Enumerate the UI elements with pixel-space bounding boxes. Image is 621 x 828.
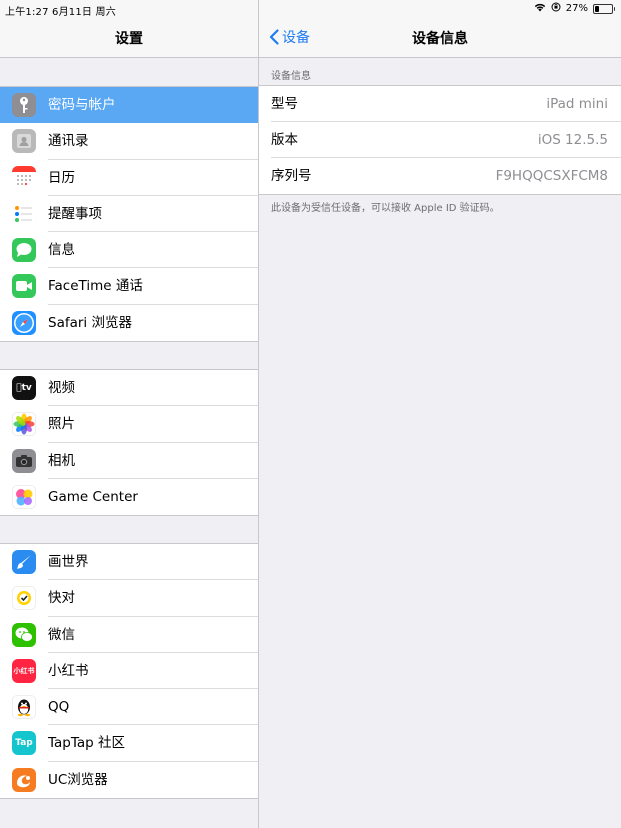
settings-group: 密码与帐户通讯录日历提醒事项信息 FaceTime 通话 Safari 浏览器 (0, 86, 258, 343)
sidebar-item[interactable]: 日历 (0, 160, 258, 196)
detail-title: 设备信息 (412, 31, 468, 47)
sidebar-item[interactable]: 通讯录 (0, 123, 258, 160)
info-key: 型号 (271, 96, 298, 112)
tv-icon: tv (12, 376, 36, 400)
sidebar-title: 设置 (115, 31, 143, 47)
settings-group: 画世界快对微信小红书 小红书 QQ Tap TapTap 社区 UC浏览器 (0, 543, 258, 800)
battery-percent: 27% (565, 3, 588, 14)
sidebar-item[interactable]: UC浏览器 (0, 762, 258, 798)
sidebar-item-label: 提醒事项 (48, 205, 102, 222)
sidebar-item-label: 快对 (48, 590, 75, 607)
sidebar-item[interactable]: 信息 (0, 232, 258, 269)
section-header: 设备信息 (271, 71, 311, 82)
wechat-icon (12, 622, 36, 647)
messages-icon (12, 238, 36, 263)
sidebar-item[interactable]: 小红书 小红书 (0, 653, 258, 690)
reminders-icon (12, 201, 36, 226)
status-time-date: 上午1:27 6月11日 周六 (5, 7, 116, 18)
orientation-lock-icon (551, 2, 561, 15)
camera-icon (12, 448, 36, 473)
info-row-version: 版本 iOS 12.5.5 (259, 122, 621, 158)
sidebar-item-label: 信息 (48, 242, 75, 259)
qq-penguin-icon (12, 695, 36, 720)
sidebar-item-label: FaceTime 通话 (48, 278, 143, 295)
info-row-serial: 序列号 F9HQQCSXFCM8 (259, 158, 621, 194)
sidebar-item-label: 照片 (48, 416, 75, 433)
sidebar-item[interactable]: 快对 (0, 580, 258, 617)
sidebar-item-label: 通讯录 (48, 133, 89, 150)
info-value: iOS 12.5.5 (537, 132, 608, 148)
info-value: iPad mini (546, 96, 608, 112)
settings-group: tv 视频照片相机 Game Center (0, 369, 258, 517)
taptap-glyph: Tap (15, 738, 33, 749)
sidebar-item-label: UC浏览器 (48, 771, 108, 788)
facetime-icon (12, 274, 36, 299)
sidebar-item-label: 微信 (48, 626, 75, 643)
wifi-icon (534, 3, 546, 15)
sidebar-item[interactable]: Tap TapTap 社区 (0, 725, 258, 762)
battery-icon (593, 3, 615, 14)
sidebar-item-label: TapTap 社区 (48, 735, 125, 752)
status-right-cluster: 27% (534, 2, 615, 15)
settings-sidebar: 设置 密码与帐户通讯录日历提醒事项信息 FaceTime 通话 Safari 浏览器… (0, 0, 259, 828)
sidebar-item-label: 相机 (48, 452, 75, 469)
xiaohongshu-glyph: 小红书 (13, 666, 35, 675)
taptap-icon: Tap (12, 731, 36, 756)
sidebar-item-label: 日历 (48, 169, 75, 186)
battery-level-fill (595, 5, 599, 12)
info-key: 序列号 (271, 168, 312, 184)
info-row-model: 型号 iPad mini (259, 86, 621, 122)
info-key: 版本 (271, 132, 298, 148)
sidebar-item-label: 画世界 (48, 554, 89, 570)
sidebar-item-label: 小红书 (48, 662, 89, 679)
uc-browser-icon (12, 767, 36, 792)
trusted-device-note: 此设备为受信任设备，可以接收 Apple ID 验证码。 (271, 203, 500, 214)
safari-icon (12, 310, 36, 335)
sidebar-item[interactable]: 画世界 (0, 544, 258, 581)
brush-icon (12, 550, 36, 574)
sidebar-item[interactable]: Safari 浏览器 (0, 305, 258, 341)
device-info-group: 型号 iPad mini 版本 iOS 12.5.5 序列号 F9HQQCSXF… (259, 85, 621, 195)
sidebar-item[interactable]: 微信 (0, 617, 258, 653)
calendar-icon (12, 165, 36, 190)
sidebar-item[interactable]: FaceTime 通话 (0, 268, 258, 305)
sidebar-item[interactable]: QQ (0, 689, 258, 726)
kuaidui-icon (12, 586, 36, 611)
sidebar-item[interactable]: 密码与帐户 (0, 87, 258, 124)
sidebar-item[interactable]: 相机 (0, 443, 258, 479)
xiaohongshu-icon: 小红书 (12, 658, 36, 683)
sidebar-item-label: 视频 (48, 380, 75, 396)
photos-icon (12, 412, 36, 437)
status-bar: 上午1:27 6月11日 周六 27% (0, 0, 621, 18)
sidebar-item[interactable]: 提醒事项 (0, 196, 258, 233)
sidebar-item[interactable]: Game Center (0, 479, 258, 515)
key-icon (12, 93, 36, 117)
sidebar-item-label: Game Center (48, 488, 138, 505)
sidebar-item-label: Safari 浏览器 (48, 314, 132, 331)
contacts-icon (12, 129, 36, 154)
detail-pane: 设备 设备信息 设备信息 型号 iPad mini 版本 iOS 12.5.5 … (259, 0, 621, 828)
sidebar-item[interactable]: tv 视频 (0, 370, 258, 407)
sidebar-item[interactable]: 照片 (0, 406, 258, 443)
game-center-icon (12, 484, 36, 509)
sidebar-item-label: QQ (48, 699, 70, 716)
sidebar-item-label: 密码与帐户 (48, 97, 116, 113)
info-value: F9HQQCSXFCM8 (495, 168, 608, 184)
